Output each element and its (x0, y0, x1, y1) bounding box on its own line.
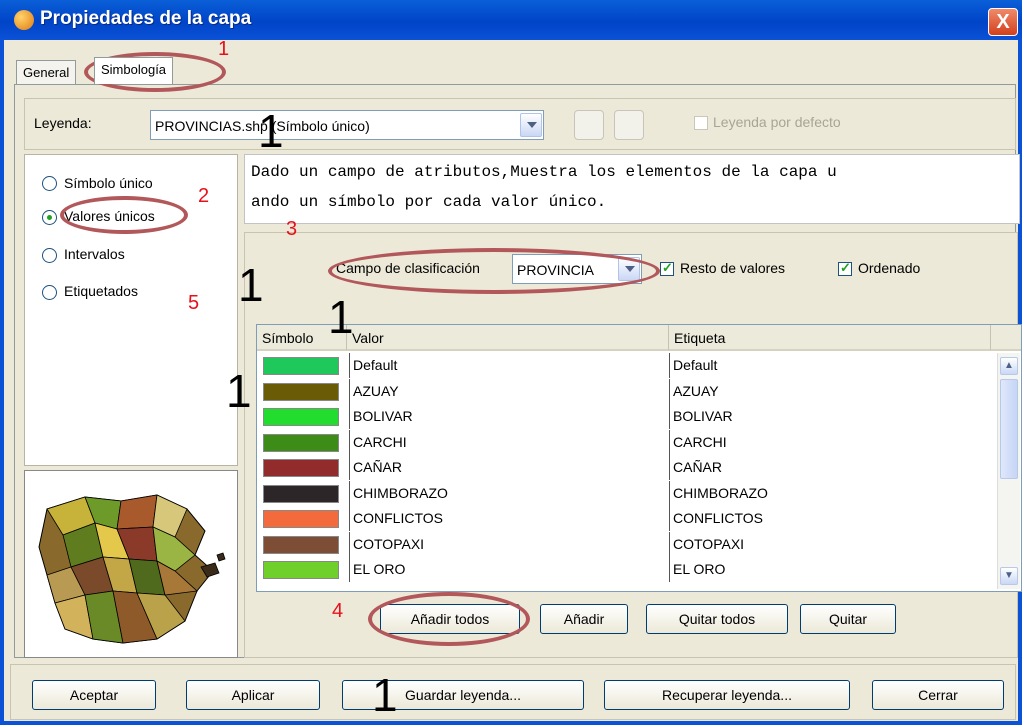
symbol-swatch[interactable] (263, 408, 339, 426)
cell-valor: CONFLICTOS (349, 506, 669, 531)
annotation-ellipse-addall (368, 592, 530, 646)
table-row[interactable]: Default Default (257, 353, 995, 379)
annotation-red-number: 3 (286, 218, 298, 240)
symbol-swatch[interactable] (263, 510, 339, 528)
cell-etiqueta[interactable]: COTOPAXI (669, 531, 995, 557)
method-simbolo-unico-label[interactable]: Símbolo único (64, 175, 153, 191)
table-row[interactable]: CAÑAR CAÑAR (257, 455, 995, 481)
method-intervalos-label[interactable]: Intervalos (64, 246, 125, 262)
symbol-table[interactable]: Símbolo Valor Etiqueta Default Default A… (256, 324, 1022, 592)
annotation-number: 1 (258, 105, 284, 157)
cell-etiqueta[interactable]: CONFLICTOS (669, 506, 995, 531)
column-header-valor[interactable]: Valor (347, 325, 669, 351)
annotation-red-number: 4 (332, 600, 344, 622)
cell-etiqueta[interactable]: CARCHI (669, 429, 995, 455)
annotation-number: 1 (372, 669, 398, 721)
ordenado-label: Ordenado (858, 260, 921, 276)
column-header-empty (991, 325, 1021, 351)
add-button[interactable]: Añadir (540, 604, 628, 634)
radio-valores-unicos[interactable] (42, 210, 57, 225)
spain-map-thumbnail (38, 494, 226, 644)
symbol-swatch[interactable] (263, 484, 339, 503)
annotation-ellipse-method (60, 196, 188, 234)
table-body: Default Default AZUAY AZUAY BOLIVAR BOLI… (257, 353, 995, 583)
cell-valor: CARCHI (349, 429, 669, 455)
symbol-swatch[interactable] (263, 561, 339, 579)
cell-etiqueta[interactable]: EL ORO (669, 557, 995, 582)
annotation-number: 1 (328, 291, 354, 343)
annotation-number: 1 (238, 259, 264, 311)
cell-etiqueta[interactable]: CAÑAR (669, 455, 995, 480)
scroll-thumb[interactable] (1000, 379, 1018, 479)
cell-valor: AZUAY (349, 378, 669, 404)
cell-valor: CAÑAR (349, 455, 669, 480)
scroll-up-icon[interactable]: ▲ (1000, 357, 1018, 375)
cell-etiqueta[interactable]: AZUAY (669, 378, 995, 404)
cell-valor: Default (349, 353, 669, 378)
ordenado-checkbox[interactable] (838, 260, 852, 276)
table-row[interactable]: CHIMBORAZO CHIMBORAZO (257, 480, 995, 507)
cell-valor: COTOPAXI (349, 531, 669, 557)
legend-label: Leyenda: (34, 115, 92, 131)
resto-valores-label: Resto de valores (680, 260, 786, 276)
scroll-down-icon[interactable]: ▼ (1000, 567, 1018, 585)
default-legend-checkbox[interactable] (694, 116, 708, 130)
cell-valor: BOLIVAR (349, 404, 669, 429)
cell-etiqueta[interactable]: CHIMBORAZO (669, 480, 995, 506)
table-scrollbar[interactable]: ▲ ▼ (997, 353, 1020, 589)
remove-button[interactable]: Quitar (800, 604, 896, 634)
cell-valor: CHIMBORAZO (349, 480, 669, 506)
map-preview (24, 470, 238, 658)
column-header-etiqueta[interactable]: Etiqueta (669, 325, 991, 351)
cell-valor: EL ORO (349, 557, 669, 582)
cell-etiqueta[interactable]: BOLIVAR (669, 404, 995, 429)
table-row[interactable]: AZUAY AZUAY (257, 378, 995, 405)
symbol-swatch[interactable] (263, 535, 339, 554)
apply-button[interactable]: Aplicar (186, 680, 320, 710)
method-etiquetados-label[interactable]: Etiquetados (64, 283, 138, 299)
legend-extra-button-2[interactable] (614, 110, 644, 140)
symbol-swatch[interactable] (263, 459, 339, 477)
cell-etiqueta[interactable]: Default (669, 353, 995, 378)
window-frame-bottom (0, 721, 1022, 725)
table-row[interactable]: EL ORO EL ORO (257, 557, 995, 583)
radio-simbolo-unico[interactable] (42, 176, 57, 191)
annotation-red-number: 1 (218, 38, 230, 60)
load-legend-button[interactable]: Recuperar leyenda... (604, 680, 850, 710)
radio-intervalos[interactable] (42, 248, 57, 263)
close-icon[interactable]: X (988, 8, 1018, 36)
tab-general[interactable]: General (16, 60, 77, 85)
annotation-red-number: 5 (188, 292, 200, 314)
symbol-swatch[interactable] (263, 382, 339, 401)
method-description: Dado un campo de atributos,Muestra los e… (244, 154, 1020, 224)
remove-all-button[interactable]: Quitar todos (646, 604, 788, 634)
annotation-ellipse-field (328, 248, 660, 294)
annotation-red-number: 2 (198, 185, 210, 207)
table-row[interactable]: BOLIVAR BOLIVAR (257, 404, 995, 430)
default-legend-label: Leyenda por defecto (713, 114, 841, 130)
description-line-2: ando un símbolo por cada valor único. (251, 193, 607, 211)
symbol-swatch[interactable] (263, 357, 339, 375)
legend-combo[interactable]: PROVINCIAS.shp (Símbolo único) (150, 110, 544, 140)
resto-valores-checkbox[interactable] (660, 260, 674, 276)
radio-etiquetados[interactable] (42, 285, 57, 300)
symbol-swatch[interactable] (263, 433, 339, 452)
layer-icon (14, 10, 34, 30)
legend-extra-button-1[interactable] (574, 110, 604, 140)
table-row[interactable]: CARCHI CARCHI (257, 429, 995, 456)
chevron-down-icon[interactable] (520, 113, 542, 137)
table-row[interactable]: COTOPAXI COTOPAXI (257, 531, 995, 558)
tab-simbologia[interactable]: Simbología (94, 57, 174, 84)
window-frame-left (0, 40, 4, 725)
close-button[interactable]: Cerrar (872, 680, 1004, 710)
window-title: Propiedades de la capa (40, 8, 252, 29)
table-row[interactable]: CONFLICTOS CONFLICTOS (257, 506, 995, 532)
accept-button[interactable]: Aceptar (32, 680, 156, 710)
description-line-1: Dado un campo de atributos,Muestra los e… (251, 163, 837, 181)
annotation-number: 1 (226, 365, 252, 417)
